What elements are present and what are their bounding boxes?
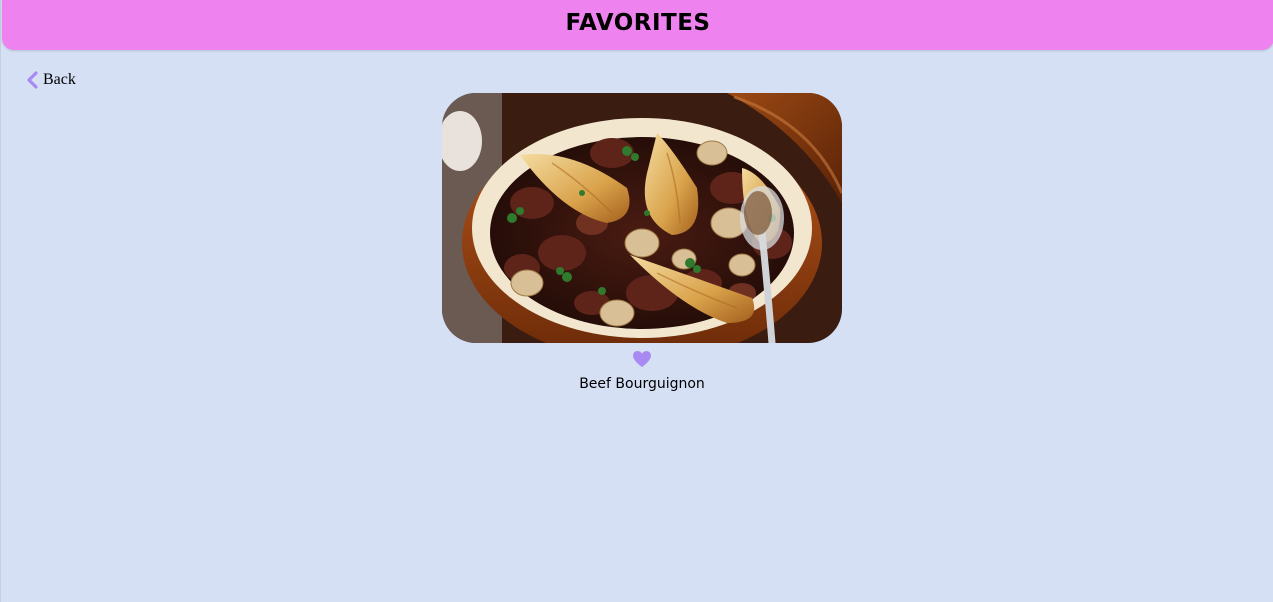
page-title: FAVORITES xyxy=(565,10,711,36)
chevron-left-icon xyxy=(27,71,38,89)
back-button[interactable]: Back xyxy=(26,71,76,89)
page-header: FAVORITES xyxy=(2,0,1273,50)
back-label: Back xyxy=(43,71,76,88)
recipe-image[interactable] xyxy=(442,93,842,343)
heart-icon[interactable] xyxy=(632,350,652,368)
favorite-recipe-card[interactable]: Beef Bourguignon xyxy=(442,93,842,392)
recipe-name[interactable]: Beef Bourguignon xyxy=(579,376,705,392)
favorites-page: FAVORITES Back Beef Bourguignon xyxy=(0,0,1273,602)
